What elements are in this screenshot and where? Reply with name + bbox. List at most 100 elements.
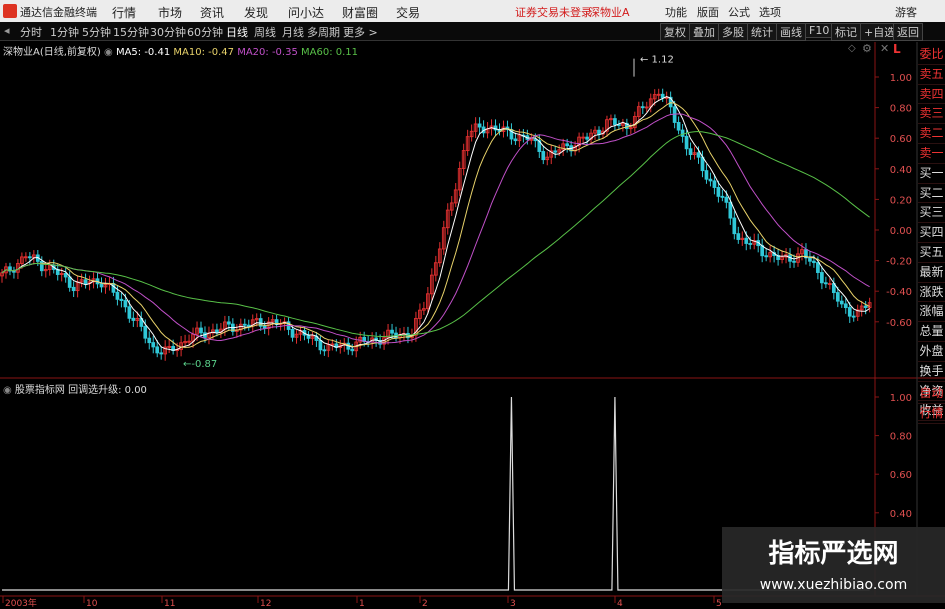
login-status[interactable]: 证券交易未登录 xyxy=(515,4,592,20)
period-1min[interactable]: 1分钟 xyxy=(50,24,79,40)
indicator-settings-icon[interactable]: ◉ xyxy=(3,385,12,396)
side-tab-change[interactable]: 涨跌 xyxy=(918,283,945,303)
back-button[interactable]: 返回 xyxy=(893,23,923,41)
candle-body xyxy=(859,305,864,311)
side-tab-auto[interactable]: 自动 xyxy=(918,384,945,404)
candle-body xyxy=(732,217,737,235)
menu-item-options[interactable]: 选项 xyxy=(759,4,781,20)
candle-body xyxy=(390,329,394,334)
candle-body xyxy=(692,152,697,156)
period-15min[interactable]: 15分钟 xyxy=(113,24,149,40)
candle-body xyxy=(183,341,187,344)
candle-body xyxy=(728,201,733,219)
period-timeshare[interactable]: 分时 xyxy=(20,24,42,40)
candle-body xyxy=(453,189,458,204)
statistics-button[interactable]: 统计 xyxy=(747,23,777,41)
candle-body xyxy=(808,257,812,262)
side-tab-ask4[interactable]: 卖四 xyxy=(918,85,945,105)
side-tab-ask5[interactable]: 卖五 xyxy=(918,65,945,85)
menu-item-wealth[interactable]: 财富圈 xyxy=(342,4,378,21)
candle-body xyxy=(223,321,227,330)
chart-layout-icon[interactable]: L xyxy=(893,42,901,56)
candle-body xyxy=(290,329,295,338)
side-tab-outer[interactable]: 外盘 xyxy=(918,342,945,362)
candle-body xyxy=(163,346,168,355)
chart-settings-icon[interactable]: ⚙ xyxy=(862,42,872,55)
side-tab-bid5[interactable]: 买五 xyxy=(918,243,945,263)
candle-body xyxy=(282,321,287,325)
candle-body xyxy=(143,325,148,339)
candle-body xyxy=(370,337,374,343)
candle-body xyxy=(545,156,550,161)
candle-body xyxy=(549,150,554,158)
app-title: 通达信金融终端 xyxy=(20,6,97,19)
side-tab-bid2[interactable]: 买二 xyxy=(918,184,945,204)
menu-item-discover[interactable]: 发现 xyxy=(244,4,268,21)
side-tab-ask2[interactable]: 卖二 xyxy=(918,124,945,144)
candle-body xyxy=(115,291,120,300)
candle-body xyxy=(334,343,339,348)
quote-side-panel: 委比 卖五 卖四 卖三 卖二 卖一 买一 买二 买三 买四 买五 最新 涨跌 涨… xyxy=(918,45,945,422)
draw-line-button[interactable]: 画线 xyxy=(776,23,806,41)
menu-item-layout[interactable]: 版面 xyxy=(697,4,719,20)
side-tab-latest[interactable]: 最新 xyxy=(918,263,945,283)
adjust-button[interactable]: 复权 xyxy=(660,23,690,41)
candle-body xyxy=(776,255,780,260)
side-tab-turnover[interactable]: 换手 xyxy=(918,362,945,382)
candle-body xyxy=(330,343,335,346)
candle-body xyxy=(43,269,48,272)
indicator-axis-label: 0.60 xyxy=(890,470,912,481)
side-tab-volume[interactable]: 总量 xyxy=(918,322,945,342)
period-5min[interactable]: 5分钟 xyxy=(82,24,111,40)
menu-item-formula[interactable]: 公式 xyxy=(728,4,750,20)
candle-body xyxy=(855,309,860,317)
side-tab-bid1[interactable]: 买一 xyxy=(918,164,945,184)
period-more[interactable]: 更多 > xyxy=(343,24,378,40)
period-weekly[interactable]: 周线 xyxy=(254,24,276,40)
chart-diamond-icon[interactable]: ◇ xyxy=(848,43,856,54)
period-daily[interactable]: 日线 xyxy=(226,24,248,40)
candle-body xyxy=(827,283,832,285)
candle-body xyxy=(16,263,20,273)
period-60min[interactable]: 60分钟 xyxy=(187,24,223,40)
candle-body xyxy=(569,145,573,152)
side-tab-ask3[interactable]: 卖三 xyxy=(918,104,945,125)
mark-button[interactable]: 标记 xyxy=(831,23,861,41)
period-multi[interactable]: 多周期 xyxy=(307,24,340,40)
ma5-line xyxy=(1,96,870,351)
menu-item-market-quotes[interactable]: 行情 xyxy=(112,4,136,21)
menu-item-assistant[interactable]: 问小达 xyxy=(288,4,324,21)
side-tab-change-pct[interactable]: 涨幅 xyxy=(918,302,945,323)
toolbar-left-arrow-icon[interactable]: ◂ xyxy=(4,24,10,37)
period-30min[interactable]: 30分钟 xyxy=(150,24,186,40)
side-tab-ask1[interactable]: 卖一 xyxy=(918,144,945,164)
candle-body xyxy=(63,273,68,278)
menu-item-functions[interactable]: 功能 xyxy=(665,4,687,20)
side-tab-quotes[interactable]: 行情 xyxy=(918,404,945,424)
candle-body xyxy=(796,253,800,263)
candle-body xyxy=(585,136,589,140)
f10-button[interactable]: F10 xyxy=(805,23,834,38)
side-tab-bid3[interactable]: 买三 xyxy=(918,203,945,224)
candle-body xyxy=(573,145,577,152)
period-monthly[interactable]: 月线 xyxy=(282,24,304,40)
guest-user[interactable]: 游客 xyxy=(895,4,917,20)
main-axis-label: -0.40 xyxy=(886,287,912,298)
candle-body xyxy=(628,127,633,130)
candle-body xyxy=(258,318,263,327)
menu-item-trade[interactable]: 交易 xyxy=(396,4,420,21)
ma20-line xyxy=(1,113,870,344)
side-tab-bid4[interactable]: 买四 xyxy=(918,223,945,243)
candle-body xyxy=(621,122,625,126)
overlay-button[interactable]: 叠加 xyxy=(689,23,719,41)
candle-body xyxy=(103,284,108,288)
candle-body xyxy=(378,340,382,345)
ma-settings-icon[interactable]: ◉ xyxy=(104,47,113,58)
chart-close-icon[interactable]: ✕ xyxy=(880,42,889,55)
multi-stock-button[interactable]: 多股 xyxy=(718,23,748,41)
menu-item-news[interactable]: 资讯 xyxy=(200,4,224,21)
candle-body xyxy=(346,342,351,350)
side-tab-bid-ratio[interactable]: 委比 xyxy=(918,45,945,65)
candle-body xyxy=(382,337,386,345)
menu-item-market[interactable]: 市场 xyxy=(158,4,182,21)
